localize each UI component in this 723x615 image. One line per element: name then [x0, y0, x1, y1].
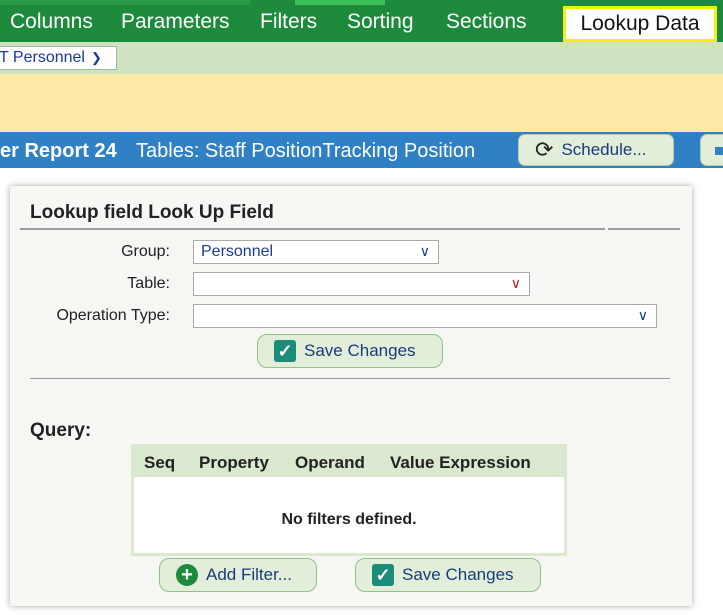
query-table: Seq Property Operand Value Expression No…: [131, 444, 567, 556]
section-divider: [30, 378, 670, 379]
refresh-icon: ⟳: [535, 137, 554, 162]
tab-sorting[interactable]: Sorting: [347, 10, 414, 34]
group-select[interactable]: T Personnel ❯: [0, 46, 117, 70]
column-header-seq: Seq: [144, 453, 176, 472]
plus-circle-icon: +: [176, 564, 198, 586]
checkmark-icon: ✓: [372, 564, 394, 586]
empty-state-message: No filters defined.: [281, 511, 417, 528]
chevron-down-icon: ❯: [90, 50, 102, 65]
table-dropdown[interactable]: ∨: [193, 272, 530, 296]
column-header-value-expression: Value Expression: [390, 453, 531, 472]
table-label: Table:: [127, 275, 170, 292]
group-label: Group:: [121, 243, 170, 260]
tab-sections[interactable]: Sections: [446, 10, 527, 34]
title-divider: [20, 228, 605, 230]
top-nav: Columns Parameters Filters Sorting Secti…: [0, 0, 723, 42]
report-tables-label: Tables: Staff PositionTracking Position: [136, 140, 476, 162]
square-icon: [715, 147, 723, 155]
chevron-down-icon: ∨: [637, 307, 648, 323]
tab-columns[interactable]: Columns: [10, 10, 93, 34]
group-select-value: T Personnel: [0, 49, 85, 66]
query-heading: Query:: [30, 420, 92, 441]
dialog-title: Lookup field Look Up Field: [30, 202, 274, 223]
report-title: er Report 24: [0, 140, 117, 162]
schedule-button-label: Schedule...: [561, 140, 647, 159]
group-dropdown[interactable]: Personnel ∨: [193, 240, 439, 264]
toolbar-button[interactable]: [700, 134, 723, 166]
tab-parameters[interactable]: Parameters: [121, 10, 230, 34]
column-header-operand: Operand: [295, 453, 365, 472]
operation-type-dropdown[interactable]: ∨: [193, 304, 657, 328]
nav-top-strip-accent: [295, 0, 385, 5]
save-changes-button-bottom[interactable]: ✓ Save Changes: [355, 558, 541, 592]
query-table-header: Seq Property Operand Value Expression: [134, 447, 564, 477]
chevron-down-icon: ∨: [510, 275, 521, 291]
tab-lookup-data[interactable]: Lookup Data: [563, 6, 717, 42]
column-header-property: Property: [199, 453, 269, 472]
lookup-field-dialog: Lookup field Look Up Field Group: Person…: [10, 186, 692, 606]
operation-type-label: Operation Type:: [56, 307, 170, 324]
save-changes-bottom-label: Save Changes: [402, 565, 514, 584]
add-filter-button[interactable]: + Add Filter...: [159, 558, 317, 592]
schedule-button[interactable]: ⟳ Schedule...: [518, 134, 674, 166]
checkmark-icon: ✓: [274, 340, 296, 362]
chevron-down-icon: ∨: [419, 243, 430, 259]
save-changes-button[interactable]: ✓ Save Changes: [257, 334, 443, 368]
group-dropdown-value: Personnel: [201, 243, 274, 260]
title-divider-right: [608, 228, 680, 230]
add-filter-label: Add Filter...: [206, 565, 292, 584]
nav-top-strip: [0, 0, 250, 5]
message-area: [0, 74, 723, 132]
save-changes-label: Save Changes: [304, 341, 416, 360]
tab-filters[interactable]: Filters: [260, 10, 317, 34]
